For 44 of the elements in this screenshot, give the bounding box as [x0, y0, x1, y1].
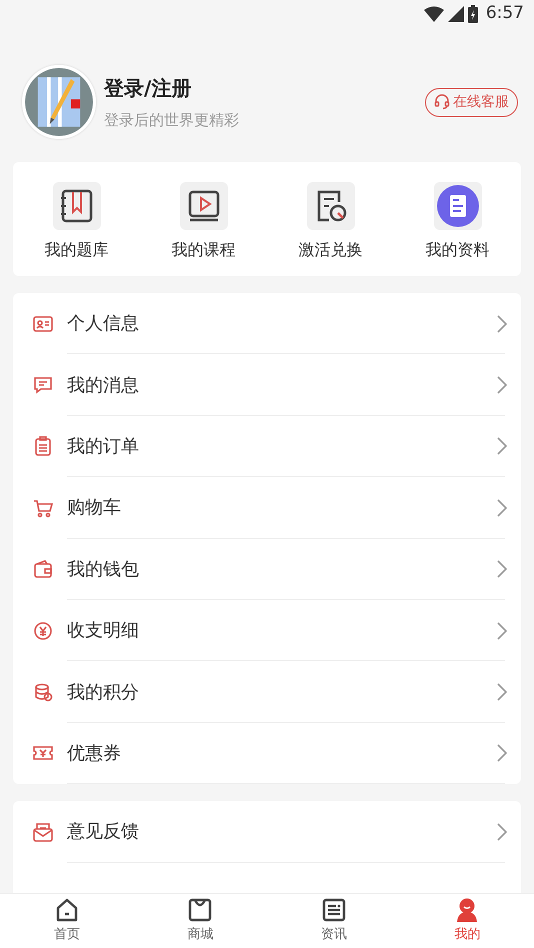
menu-item[interactable]: 优惠券: [67, 740, 485, 767]
shortcut-tile[interactable]: [180, 182, 228, 230]
menu-item[interactable]: 我的消息: [67, 372, 485, 399]
chevron-icon: [497, 822, 507, 841]
bag-icon: [187, 897, 214, 924]
shortcut-tile[interactable]: [52, 182, 100, 230]
shortcut-label[interactable]: 我的题库: [44, 242, 108, 258]
shortcut-label[interactable]: 激活兑换: [298, 242, 362, 258]
chevron-icon: [497, 560, 507, 578]
status-time: 6:57: [486, 2, 524, 26]
message-icon: [31, 374, 55, 396]
chevron-icon: [497, 376, 507, 394]
login-title[interactable]: 登录/注册: [104, 72, 425, 103]
menu-item[interactable]: 我的订单: [67, 432, 485, 460]
chevron-icon: [497, 498, 507, 517]
menu-item[interactable]: 收支明细: [67, 617, 485, 644]
news-icon: [320, 897, 347, 924]
login-subtitle: 登录后的世界更精彩: [104, 110, 240, 131]
nav-tab[interactable]: 商城: [134, 894, 267, 948]
menu-item[interactable]: 个人信息: [67, 310, 485, 338]
menu-item[interactable]: 我的积分: [67, 678, 485, 706]
chevron-icon: [497, 437, 507, 456]
signal-icon: [448, 6, 464, 22]
yen-coin-icon: [31, 620, 55, 642]
mail-icon: [31, 820, 55, 843]
shortcut-label[interactable]: 我的课程: [172, 242, 236, 258]
chevron-icon: [497, 314, 507, 333]
chevron-icon: [497, 622, 507, 640]
shortcut-label[interactable]: 我的资料: [426, 242, 490, 258]
chevron-icon: [497, 744, 507, 762]
nav-tab[interactable]: 首页: [0, 894, 134, 948]
menu-item[interactable]: 我的钱包: [67, 556, 485, 583]
nav-tab[interactable]: 我的: [400, 894, 534, 948]
battery-icon: [468, 5, 478, 23]
wallet-icon: [31, 558, 55, 580]
chevron-icon: [497, 683, 507, 702]
avatar-image[interactable]: [22, 65, 96, 139]
headset-icon: [434, 94, 450, 110]
service-button[interactable]: 在线客服: [425, 88, 518, 116]
shortcut-tile[interactable]: [434, 182, 482, 230]
shortcut-tile[interactable]: [306, 182, 354, 230]
wifi-icon: [424, 6, 444, 22]
menu-item[interactable]: 购物车: [67, 494, 485, 522]
nav-tab[interactable]: 资讯: [267, 894, 400, 948]
